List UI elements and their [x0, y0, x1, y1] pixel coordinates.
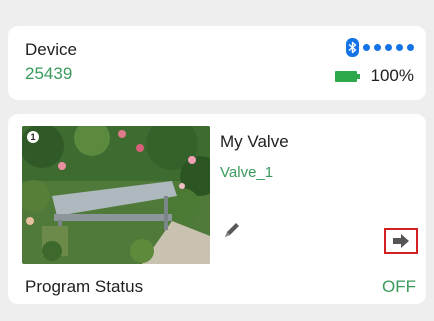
- signal-dot-4: [396, 44, 403, 51]
- device-label: Device: [25, 40, 77, 59]
- signal-dot-5: [407, 44, 414, 51]
- battery-icon: [334, 70, 360, 82]
- battery-status: 100%: [334, 66, 414, 86]
- battery-level: 100%: [370, 66, 414, 85]
- signal-dot-1: [363, 44, 370, 51]
- arrow-right-icon[interactable]: [384, 228, 418, 254]
- program-status-label: Program Status: [25, 277, 144, 296]
- photo-badge: 1: [27, 131, 39, 143]
- signal-dot-2: [374, 44, 381, 51]
- valve-photo[interactable]: 1: [22, 126, 210, 264]
- valve-name: My Valve: [220, 132, 289, 151]
- signal-dot-3: [385, 44, 392, 51]
- bluetooth-signal: [346, 38, 414, 57]
- valve-id: Valve_1: [220, 164, 274, 181]
- device-card: Device 25439 100%: [8, 26, 426, 100]
- program-status-value: OFF: [382, 277, 416, 296]
- valve-card[interactable]: 1 My Valve Valve_1 Program Status OFF: [8, 114, 426, 304]
- bluetooth-icon: [346, 38, 359, 57]
- device-id: 25439: [25, 64, 73, 83]
- pencil-icon[interactable]: [221, 219, 243, 241]
